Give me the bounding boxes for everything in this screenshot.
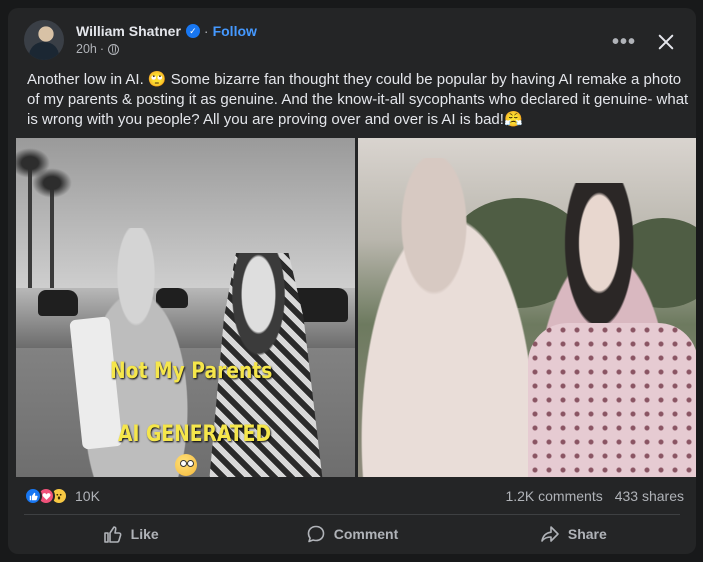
comment-icon	[307, 525, 325, 543]
engagement-counts: 1.2K comments 433 shares	[505, 488, 684, 504]
like-icon	[24, 487, 42, 505]
like-label: Like	[130, 526, 159, 542]
share-button[interactable]: Share	[463, 517, 684, 551]
post-header: William Shatner ✓ · Follow 20h · •••	[24, 20, 684, 68]
divider	[24, 514, 680, 515]
caption-not-my-parents: Not My Parents	[110, 359, 273, 384]
post-stats: 10K 1.2K comments 433 shares	[24, 484, 684, 508]
post-card: William Shatner ✓ · Follow 20h · ••• Ano…	[8, 8, 696, 554]
verified-icon: ✓	[185, 24, 200, 38]
close-icon[interactable]	[648, 24, 684, 60]
palm-leaves	[32, 168, 72, 198]
post-media[interactable]: Not My Parents AI GENERATED	[16, 138, 696, 477]
thumbs-up-icon	[103, 526, 122, 543]
header-actions: •••	[606, 24, 684, 60]
share-label: Share	[567, 526, 607, 542]
like-button[interactable]: Like	[20, 517, 241, 551]
ai-generated-photo[interactable]: Not My Parents AI GENERATED	[16, 138, 355, 477]
avatar[interactable]	[24, 20, 64, 60]
reaction-count[interactable]: 10K	[75, 488, 100, 504]
more-options-icon[interactable]: •••	[606, 24, 642, 60]
separator-dot: ·	[203, 23, 209, 39]
comments-count[interactable]: 1.2K comments	[505, 488, 602, 504]
author-name[interactable]: William Shatner	[76, 23, 181, 39]
eye-roll-emoji-icon	[175, 454, 197, 476]
comment-label: Comment	[333, 526, 399, 542]
reactions-summary[interactable]: 10K	[24, 487, 100, 505]
post-actions: Like Comment Share	[20, 517, 684, 551]
post-timestamp-row: 20h ·	[76, 42, 257, 56]
shares-count[interactable]: 433 shares	[615, 488, 684, 504]
time-separator: ·	[99, 42, 105, 56]
post-meta: William Shatner ✓ · Follow 20h ·	[76, 23, 257, 56]
globe-icon	[108, 43, 120, 55]
caption-ai-generated: AI GENERATED	[118, 422, 271, 447]
follow-button[interactable]: Follow	[213, 23, 257, 39]
post-text: Another low in AI. 🙄 Some bizarre fan th…	[27, 71, 689, 128]
original-photo[interactable]	[358, 138, 696, 477]
comment-button[interactable]: Comment	[241, 517, 462, 551]
author-row: William Shatner ✓ · Follow	[76, 23, 257, 39]
floral-dress	[528, 323, 696, 477]
share-icon	[541, 526, 559, 542]
post-time[interactable]: 20h	[76, 42, 97, 56]
